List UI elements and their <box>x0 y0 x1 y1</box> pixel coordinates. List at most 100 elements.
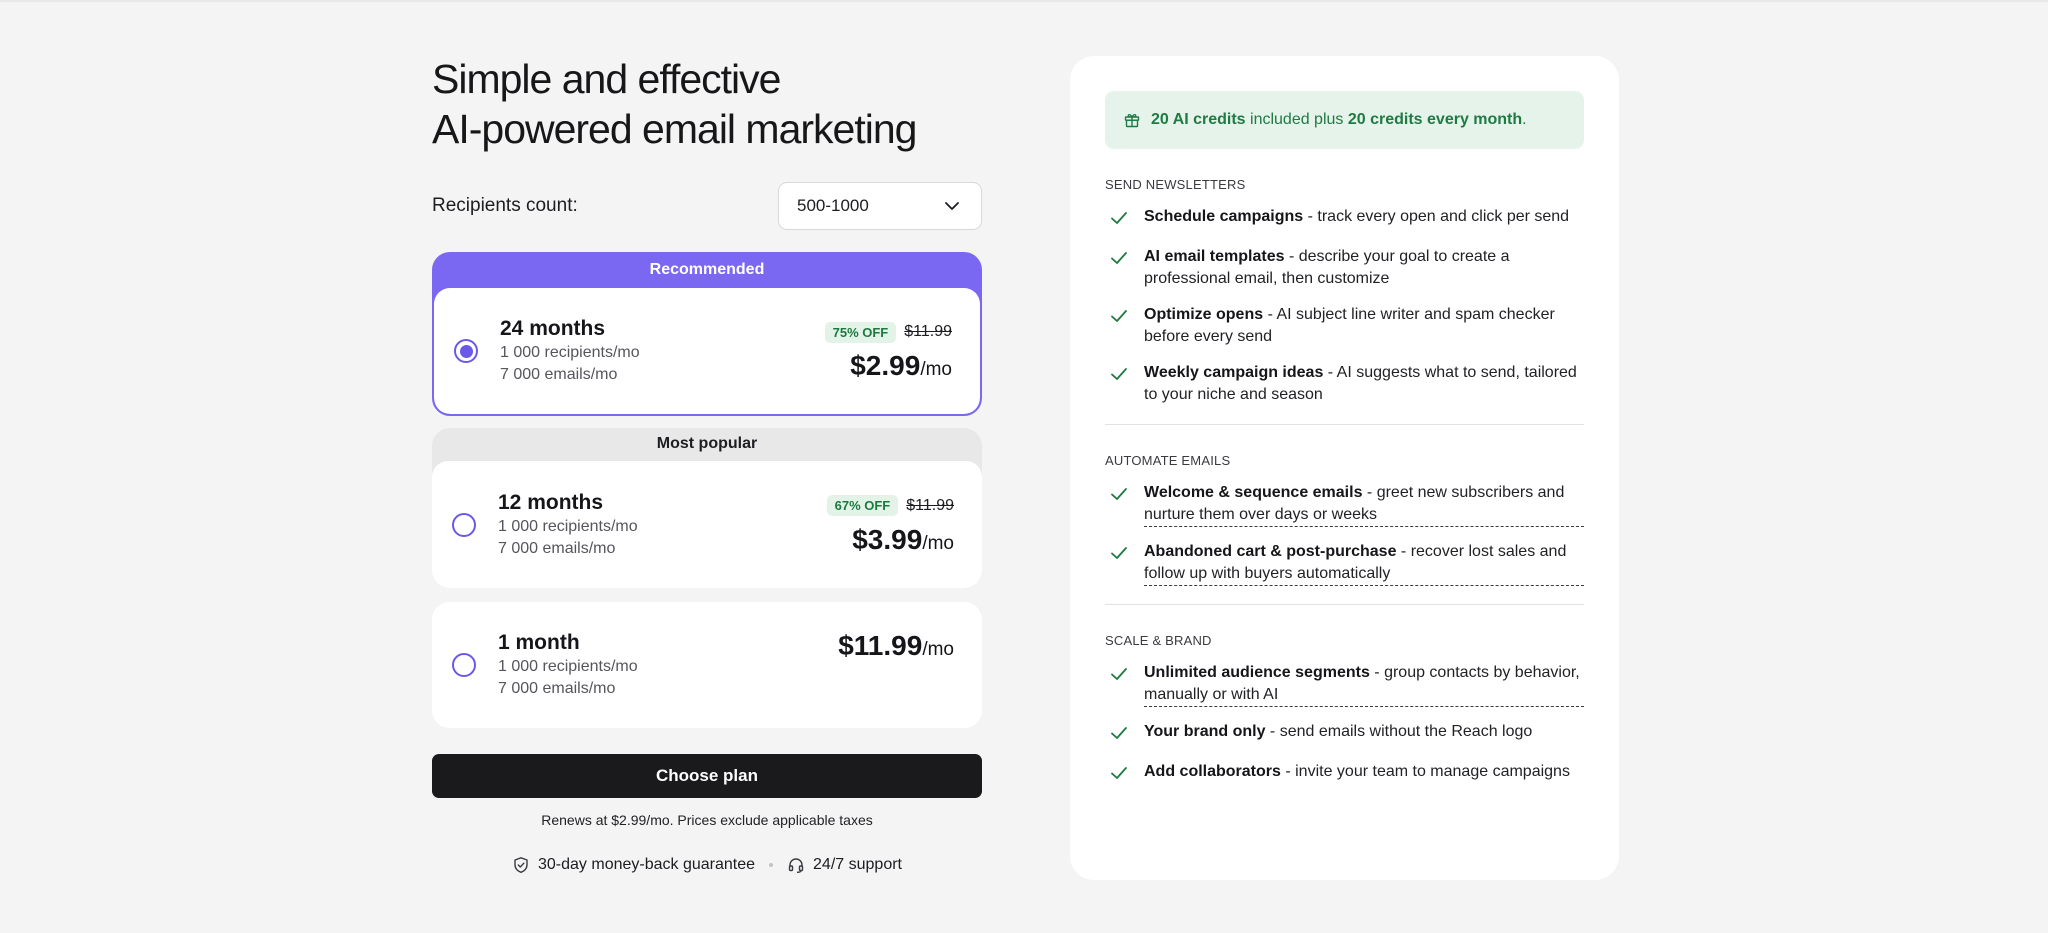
feature-title: Add collaborators <box>1144 763 1281 780</box>
feature-item: Unlimited audience segments - group cont… <box>1105 662 1584 707</box>
check-icon <box>1111 252 1127 264</box>
chevron-down-icon <box>945 202 959 210</box>
pricing-column: Simple and effective AI-powered email ma… <box>432 54 982 874</box>
recipients-select[interactable]: 500-1000 <box>778 182 982 230</box>
feature-item: Optimize opens - AI subject line writer … <box>1105 304 1584 348</box>
plan-name: 1 month <box>498 631 580 654</box>
recipients-row: Recipients count: 500-1000 <box>432 182 982 230</box>
discount-badge: 67% OFF <box>826 495 899 516</box>
price-value: $3.99 <box>852 523 923 555</box>
plan-recipients: 1 000 recipients/mo <box>498 517 638 535</box>
plan-price: $2.99/mo <box>825 350 952 382</box>
feature-desc: - send emails without the Reach logo <box>1265 723 1533 740</box>
feature-item: Add collaborators - invite your team to … <box>1105 761 1584 783</box>
plan-name: 24 months <box>500 317 606 340</box>
section-title: AUTOMATE EMAILS <box>1105 453 1231 468</box>
plan-body: 24 months 1 000 recipients/mo 7 000 emai… <box>434 288 980 414</box>
money-back-label: 30-day money-back guarantee <box>538 856 756 873</box>
feature-list: Unlimited audience segments - group cont… <box>1105 662 1584 783</box>
feature-title: AI email templates <box>1144 248 1285 265</box>
support-label: 24/7 support <box>813 856 902 873</box>
feature-title: Unlimited audience segments <box>1144 664 1370 681</box>
support-info: 24/7 support <box>787 856 902 874</box>
check-icon <box>1111 727 1127 739</box>
separator-dot <box>769 863 774 867</box>
top-divider <box>0 0 2048 2</box>
plan-body: 12 months 1 000 recipients/mo 7 000 emai… <box>432 461 982 588</box>
plan-price-block: 67% OFF $11.99 $3.99/mo <box>826 494 954 556</box>
title-line-1: Simple and effective <box>432 56 781 102</box>
credits-monthly: 20 credits every month <box>1347 111 1523 128</box>
plan-info: 12 months 1 000 recipients/mo 7 000 emai… <box>498 490 827 560</box>
section-divider <box>1105 424 1584 425</box>
plan-name: 12 months <box>498 490 604 514</box>
plan-price-block: 75% OFF $11.99 $2.99/mo <box>824 320 952 382</box>
feature-item: Weekly campaign ideas - AI suggests what… <box>1105 362 1584 406</box>
plan-list: Recommended 24 months 1 000 recipients/m… <box>432 252 982 728</box>
plan-radio[interactable] <box>452 653 476 677</box>
price-period: /mo <box>920 359 952 380</box>
section-title: SEND NEWSLETTERS <box>1105 177 1246 192</box>
plan-emails: 7 000 emails/mo <box>498 680 616 697</box>
check-icon <box>1111 368 1127 380</box>
guarantees-row: 30-day money-back guarantee 24/7 support <box>432 856 982 874</box>
page-title: Simple and effective AI-powered email ma… <box>432 54 982 154</box>
plan-card-12-months[interactable]: Most popular 12 months 1 000 recipients/… <box>432 428 982 588</box>
renews-note: Renews at $2.99/mo. Prices exclude appli… <box>541 812 873 828</box>
feature-title: Optimize opens <box>1144 306 1264 323</box>
old-price: $11.99 <box>906 496 954 514</box>
credits-amount: 20 AI credits <box>1151 111 1246 128</box>
plan-emails: 7 000 emails/mo <box>498 539 616 557</box>
money-back-guarantee: 30-day money-back guarantee <box>512 856 755 874</box>
recipients-label: Recipients count: <box>432 195 578 216</box>
feature-item: Your brand only - send emails without th… <box>1105 721 1584 743</box>
plan-info: 1 month 1 000 recipients/mo 7 000 emails… <box>498 630 838 700</box>
plan-price-block: $11.99/mo <box>838 630 954 662</box>
check-icon <box>1111 668 1127 680</box>
plan-recipients: 1 000 recipients/mo <box>498 658 638 675</box>
plan-recipients: 1 000 recipients/mo <box>500 344 640 361</box>
plan-radio[interactable] <box>452 512 476 537</box>
check-icon <box>1111 310 1127 322</box>
section-title: SCALE & BRAND <box>1105 633 1212 648</box>
feature-title: Weekly campaign ideas <box>1144 364 1324 381</box>
plan-price: $3.99/mo <box>827 524 954 556</box>
plan-price: $11.99/mo <box>838 630 954 662</box>
price-period: /mo <box>922 639 954 660</box>
feature-title: Schedule campaigns <box>1144 208 1304 225</box>
recommended-banner: Recommended <box>649 261 765 278</box>
old-price: $11.99 <box>904 323 952 340</box>
credits-period: . <box>1522 111 1527 128</box>
price-period: /mo <box>922 532 954 554</box>
credits-text: included plus <box>1245 111 1348 128</box>
plan-body: 1 month 1 000 recipients/mo 7 000 emails… <box>432 602 982 728</box>
feature-list: Schedule campaigns - track every open an… <box>1105 206 1584 406</box>
check-icon <box>1111 767 1127 779</box>
section-send-newsletters: SEND NEWSLETTERS Schedule campaigns - tr… <box>1105 177 1584 406</box>
feature-item: Abandoned cart & post-purchase - recover… <box>1105 541 1584 586</box>
check-icon <box>1111 488 1127 500</box>
choose-plan-button[interactable]: Choose plan <box>432 754 982 798</box>
section-scale-brand: SCALE & BRAND Unlimited audience segment… <box>1105 633 1584 783</box>
plan-card-1-month[interactable]: 1 month 1 000 recipients/mo 7 000 emails… <box>432 602 982 728</box>
feature-item: Schedule campaigns - track every open an… <box>1105 206 1584 228</box>
gift-icon <box>1124 114 1140 128</box>
feature-item: AI email templates - describe your goal … <box>1105 246 1584 290</box>
price-value: $2.99 <box>850 350 921 381</box>
feature-item: Welcome & sequence emails - greet new su… <box>1105 482 1584 527</box>
shield-check-icon <box>514 857 528 873</box>
most-popular-banner: Most popular <box>656 435 758 452</box>
discount-badge: 75% OFF <box>824 321 897 343</box>
section-divider <box>1105 604 1584 605</box>
plan-info: 24 months 1 000 recipients/mo 7 000 emai… <box>500 316 825 386</box>
feature-desc: - track every open and click per send <box>1303 208 1570 225</box>
feature-desc: - invite your team to manage campaigns <box>1280 763 1570 780</box>
feature-title: Abandoned cart & post-purchase <box>1144 543 1397 560</box>
features-card: 20 AI credits included plus 20 credits e… <box>1070 56 1619 880</box>
price-value: $11.99 <box>838 630 923 661</box>
check-icon <box>1111 212 1127 224</box>
ai-credits-banner: 20 AI credits included plus 20 credits e… <box>1105 91 1584 149</box>
plan-radio-selected[interactable] <box>454 339 478 363</box>
plan-card-24-months[interactable]: Recommended 24 months 1 000 recipients/m… <box>432 252 982 416</box>
feature-list: Welcome & sequence emails - greet new su… <box>1105 482 1584 586</box>
